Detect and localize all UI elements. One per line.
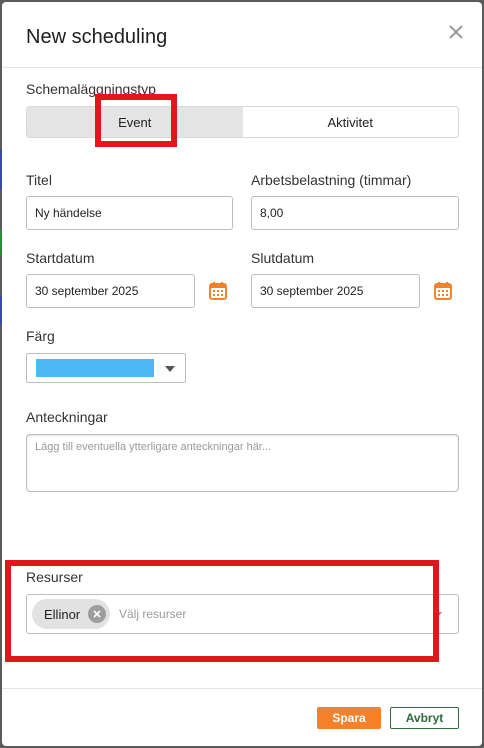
- schedule-type-event[interactable]: Event: [27, 107, 243, 137]
- workload-label: Arbetsbelastning (timmar): [251, 172, 412, 188]
- workload-input[interactable]: 8,00: [251, 196, 459, 230]
- dialog-title: New scheduling: [26, 26, 168, 48]
- resource-chip: Ellinor: [32, 599, 110, 629]
- notes-label: Anteckningar: [26, 409, 108, 425]
- close-icon: [93, 610, 101, 618]
- chevron-down-icon: [165, 366, 175, 372]
- save-button[interactable]: Spara: [317, 707, 381, 729]
- resources-placeholder: Välj resurser: [119, 607, 187, 621]
- start-date-label: Startdatum: [26, 250, 95, 266]
- scheduling-dialog: New scheduling Schemaläggningstyp Event …: [2, 2, 482, 746]
- close-button[interactable]: [444, 20, 468, 44]
- remove-chip-button[interactable]: [88, 605, 106, 623]
- schedule-type-aktivitet[interactable]: Aktivitet: [243, 107, 459, 137]
- calendar-icon[interactable]: [208, 281, 228, 301]
- calendar-icon[interactable]: [433, 281, 453, 301]
- title-label: Titel: [26, 172, 52, 188]
- color-picker[interactable]: [26, 353, 186, 383]
- title-input[interactable]: Ny händelse: [26, 196, 233, 230]
- start-date-input[interactable]: 30 september 2025: [26, 274, 195, 308]
- resources-select[interactable]: Ellinor Välj resurser: [26, 594, 459, 634]
- color-swatch: [36, 359, 154, 377]
- footer-divider: [2, 688, 482, 689]
- cancel-button[interactable]: Avbryt: [390, 707, 459, 729]
- resources-label: Resurser: [26, 569, 83, 585]
- schedule-type-label: Schemaläggningstyp: [26, 81, 156, 97]
- end-date-label: Slutdatum: [251, 250, 315, 266]
- resource-chip-label: Ellinor: [44, 606, 81, 622]
- color-label: Färg: [26, 328, 55, 344]
- notes-textarea[interactable]: Lägg till eventuella ytterligare anteckn…: [26, 434, 459, 492]
- end-date-input[interactable]: 30 september 2025: [251, 274, 420, 308]
- schedule-type-toggle: Event Aktivitet: [26, 106, 459, 138]
- close-icon: [449, 25, 463, 39]
- header-divider: [2, 67, 482, 68]
- chevron-down-icon: [434, 612, 442, 617]
